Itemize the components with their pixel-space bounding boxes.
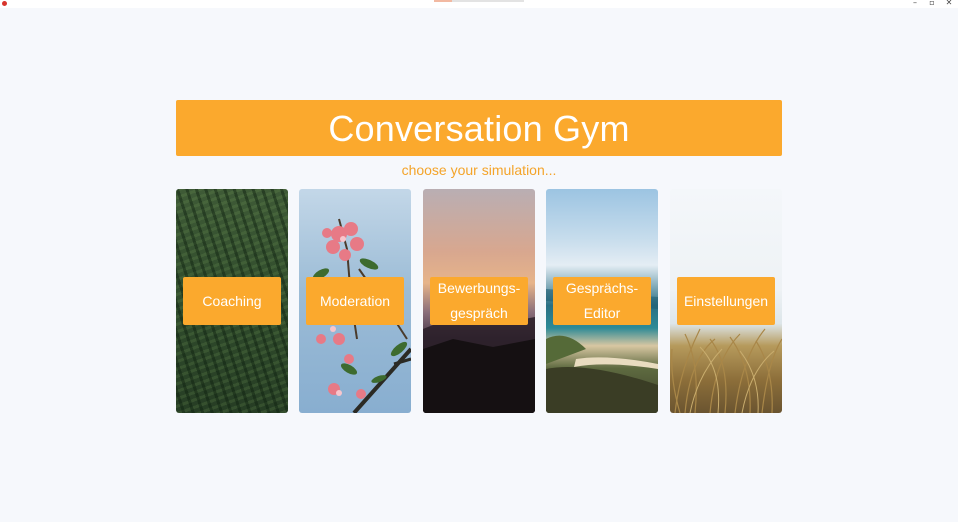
close-icon[interactable]: ✕: [942, 0, 956, 9]
minimize-icon[interactable]: –: [908, 0, 922, 9]
simulation-card-job-interview[interactable]: Bewerbungs- gespräch: [423, 189, 535, 413]
moderation-button[interactable]: Moderation: [306, 277, 404, 325]
page-subtitle: choose your simulation...: [401, 162, 557, 178]
simulation-card-conversation-editor[interactable]: Gesprächs- Editor: [546, 189, 658, 413]
maximize-icon[interactable]: ▫: [925, 0, 939, 9]
simulation-card-coaching[interactable]: Coaching: [176, 189, 288, 413]
app-icon: [2, 1, 7, 6]
window-indicator: [434, 0, 524, 2]
window-titlebar: – ▫ ✕: [0, 0, 958, 8]
conversation-editor-button[interactable]: Gesprächs- Editor: [553, 277, 651, 325]
coaching-button[interactable]: Coaching: [183, 277, 281, 325]
simulation-card-moderation[interactable]: Moderation: [299, 189, 411, 413]
page-title: Conversation Gym: [328, 108, 630, 149]
app-header: Conversation Gym: [176, 100, 782, 156]
settings-button[interactable]: Einstellungen: [677, 277, 775, 325]
job-interview-button[interactable]: Bewerbungs- gespräch: [430, 277, 528, 325]
simulation-card-settings[interactable]: Einstellungen: [670, 189, 782, 413]
